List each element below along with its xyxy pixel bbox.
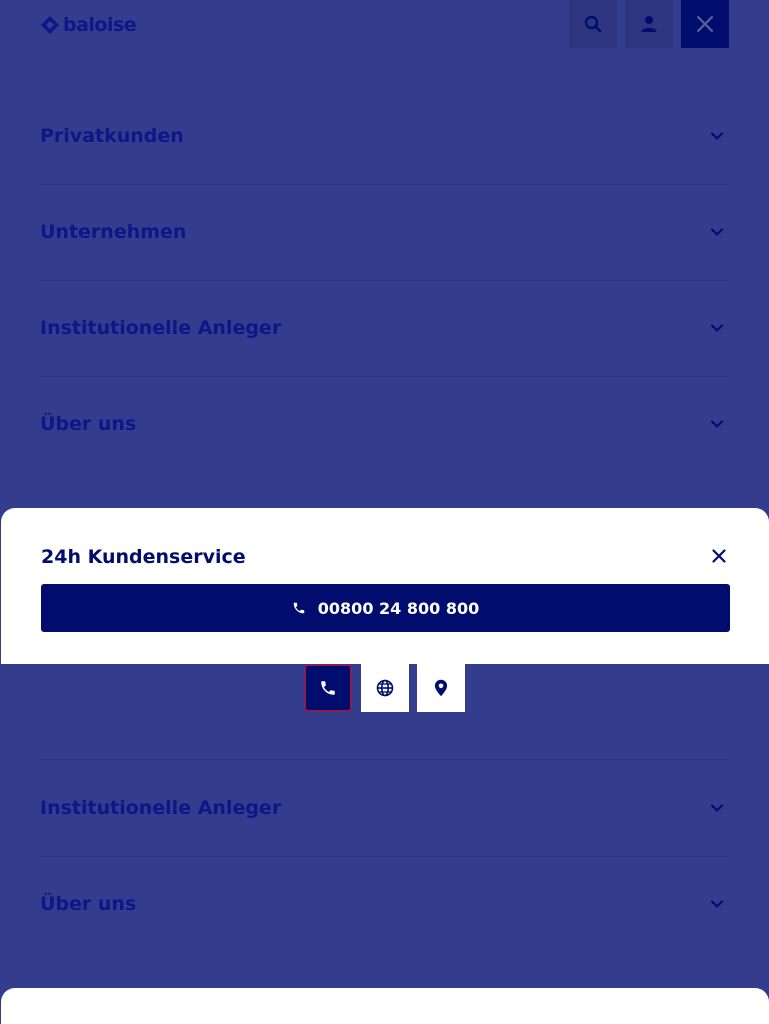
menu-item-ueber-uns[interactable]: Über uns [40,856,729,952]
menu-item-label: Institutionelle Anleger [40,797,282,819]
location-pin-icon [434,679,448,697]
menu-item-privatkunden[interactable]: Privatkunden [40,88,729,185]
phone-number: 00800 24 800 800 [317,598,480,618]
chevron-down-icon [710,420,724,428]
menu-item-label: Unternehmen [40,221,187,243]
call-phone-button[interactable]: 00800 24 800 800 [41,584,730,632]
chevron-down-icon [710,228,724,236]
logo-diamond-icon [41,16,59,34]
user-button[interactable] [625,0,673,48]
search-icon [584,15,602,33]
menu-item-institutionelle-anleger[interactable]: Institutionelle Anleger [40,280,729,377]
phone-icon [321,681,335,695]
menu-item-label: Privatkunden [40,125,184,147]
chevron-down-icon [710,132,724,140]
brand-name: baloise [63,14,137,36]
baloise-logo[interactable]: baloise [40,14,137,36]
close-menu-button[interactable] [681,0,729,48]
panel-close-button[interactable] [708,545,730,567]
service-panel-title: 24h Kundenservice [41,546,246,568]
user-icon [641,16,657,32]
chevron-down-icon [710,324,724,332]
tab-website[interactable] [361,664,409,712]
bottom-panel [1,988,769,1024]
tab-location[interactable] [417,664,465,712]
menu-item-label: Über uns [40,413,137,435]
top-bar: baloise [0,0,769,56]
menu-divider-row [40,712,729,760]
menu-item-unternehmen[interactable]: Unternehmen [40,184,729,281]
menu-item-label: Institutionelle Anleger [40,317,282,339]
menu-item-label: Über uns [40,893,137,915]
chevron-down-icon [710,804,724,812]
tab-phone[interactable] [304,664,352,712]
globe-icon [376,679,394,697]
menu-item-ueber-uns[interactable]: Über uns [40,376,729,472]
close-icon [712,549,726,563]
close-icon [696,15,714,33]
phone-icon [293,602,305,614]
menu-item-institutionelle-anleger[interactable]: Institutionelle Anleger [40,760,729,857]
search-button[interactable] [569,0,617,48]
chevron-down-icon [710,900,724,908]
customer-service-panel: 24h Kundenservice 00800 24 800 800 [1,508,769,664]
